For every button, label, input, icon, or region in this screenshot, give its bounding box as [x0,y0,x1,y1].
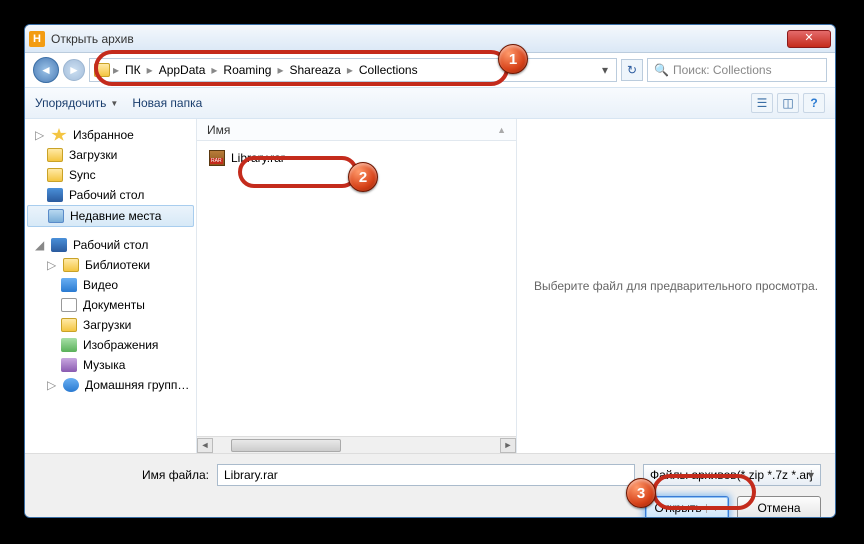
sidebar-documents[interactable]: Документы [25,295,196,315]
open-button[interactable]: Открыть▼ [645,496,729,518]
folder-icon [47,168,63,182]
library-icon [63,258,79,272]
file-list: Имя▲ Library.rar ◄ ► [197,119,517,453]
close-button[interactable]: ✕ [787,30,831,48]
address-bar[interactable]: ▸ ПК ▸ AppData ▸ Roaming ▸ Shareaza ▸ Co… [89,58,617,82]
sidebar-downloads2[interactable]: Загрузки [25,315,196,335]
preview-pane: Выберите файл для предварительного просм… [517,119,835,453]
horizontal-scrollbar[interactable]: ◄ ► [197,436,516,453]
scroll-right-icon[interactable]: ► [500,438,516,453]
sidebar-music[interactable]: Музыка [25,355,196,375]
sidebar-favorites[interactable]: ▷Избранное [25,125,196,145]
breadcrumb-sep: ▸ [112,63,120,77]
breadcrumb[interactable]: Roaming [220,61,274,79]
refresh-button[interactable]: ↻ [621,59,643,81]
chevron-down-icon[interactable]: ▼ [706,504,720,513]
rar-icon [209,150,225,166]
preview-pane-button[interactable]: ◫ [777,93,799,113]
address-dropdown-icon[interactable]: ▾ [598,63,612,77]
view-mode-button[interactable]: ☰ [751,93,773,113]
preview-message: Выберите файл для предварительного просм… [534,279,818,293]
column-header-name[interactable]: Имя▲ [197,119,516,141]
filetype-combo[interactable]: Файлы архивов(*.zip *.7z *.arj [643,464,821,486]
scroll-left-icon[interactable]: ◄ [197,438,213,453]
search-placeholder: Поиск: Collections [673,63,772,77]
star-icon [51,128,67,142]
breadcrumb-sep: ▸ [346,63,354,77]
breadcrumb-sep: ▸ [146,63,154,77]
sidebar-recent[interactable]: Недавние места [27,205,194,227]
organize-button[interactable]: Упорядочить ▼ [35,96,118,110]
sidebar-desktop[interactable]: Рабочий стол [25,185,196,205]
sidebar-images[interactable]: Изображения [25,335,196,355]
open-dialog: H Открыть архив ✕ ◄ ► ▸ ПК ▸ AppData ▸ R… [24,24,836,518]
dialog-body: ▷Избранное Загрузки Sync Рабочий стол Не… [25,119,835,453]
file-pane: Имя▲ Library.rar ◄ ► Выберите файл для п… [197,119,835,453]
window-title: Открыть архив [51,32,787,46]
sidebar: ▷Избранное Загрузки Sync Рабочий стол Не… [25,119,197,453]
cancel-button[interactable]: Отмена [737,496,821,518]
recent-icon [48,209,64,223]
breadcrumb-sep: ▸ [276,63,284,77]
nav-row: ◄ ► ▸ ПК ▸ AppData ▸ Roaming ▸ Shareaza … [25,53,835,87]
breadcrumb[interactable]: AppData [156,61,209,79]
video-icon [61,278,77,292]
dialog-footer: Имя файла: Файлы архивов(*.zip *.7z *.ar… [25,453,835,518]
nav-forward-button[interactable]: ► [63,59,85,81]
search-input[interactable]: 🔍 Поиск: Collections [647,58,827,82]
filename-input[interactable] [217,464,635,486]
help-button[interactable]: ? [803,93,825,113]
desktop-icon [51,238,67,252]
breadcrumb[interactable]: ПК [122,61,144,79]
sidebar-sync[interactable]: Sync [25,165,196,185]
folder-icon [94,63,110,77]
image-icon [61,338,77,352]
folder-icon [61,318,77,332]
breadcrumb[interactable]: Collections [356,61,421,79]
sidebar-libraries[interactable]: ▷Библиотеки [25,255,196,275]
search-icon: 🔍 [654,63,669,77]
breadcrumb[interactable]: Shareaza [286,61,343,79]
breadcrumb-sep: ▸ [210,63,218,77]
music-icon [61,358,77,372]
homegroup-icon [63,378,79,392]
new-folder-button[interactable]: Новая папка [132,96,202,110]
titlebar: H Открыть архив ✕ [25,25,835,53]
app-icon: H [29,31,45,47]
scroll-thumb[interactable] [231,439,341,452]
sidebar-desktop2[interactable]: ◢Рабочий стол [25,235,196,255]
sidebar-downloads[interactable]: Загрузки [25,145,196,165]
file-item[interactable]: Library.rar [203,147,510,169]
folder-icon [47,148,63,162]
file-items: Library.rar [197,141,516,436]
nav-back-button[interactable]: ◄ [33,57,59,83]
desktop-icon [47,188,63,202]
sidebar-homegroup[interactable]: ▷Домашняя групп… [25,375,196,395]
toolbar: Упорядочить ▼ Новая папка ☰ ◫ ? [25,87,835,119]
sidebar-video[interactable]: Видео [25,275,196,295]
file-name: Library.rar [231,151,285,165]
view-controls: ☰ ◫ ? [751,93,825,113]
document-icon [61,298,77,312]
filename-label: Имя файла: [39,468,209,482]
